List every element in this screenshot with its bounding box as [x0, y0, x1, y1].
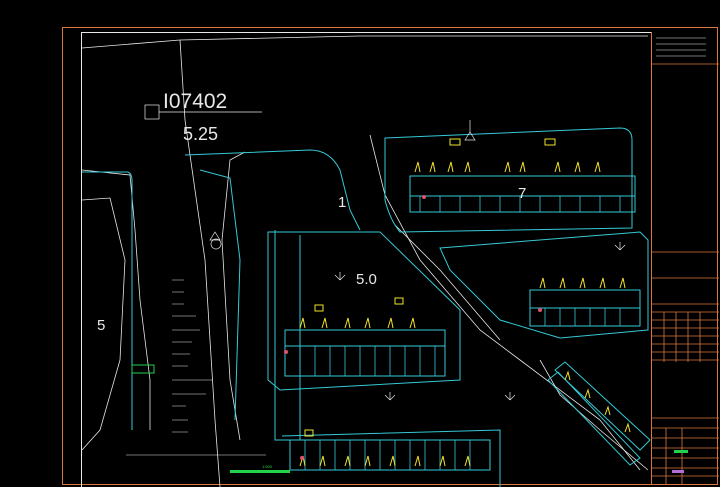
green-caption: 1:500	[262, 464, 273, 469]
fixtures	[299, 138, 631, 467]
building-label-7: 7	[518, 185, 526, 202]
building-label-5: 5	[97, 317, 105, 334]
legend	[126, 279, 266, 456]
block-code: I07402	[163, 90, 227, 113]
building-label-1: 1	[338, 194, 346, 211]
scale-bar	[230, 470, 290, 473]
block-value: 5.25	[183, 124, 218, 144]
title-block	[651, 32, 719, 485]
markers-red	[284, 195, 542, 460]
elevation-label: 5.0	[356, 271, 377, 288]
site-plan: I07402 5.25 5 1 7 5.0 1:500	[81, 35, 651, 487]
